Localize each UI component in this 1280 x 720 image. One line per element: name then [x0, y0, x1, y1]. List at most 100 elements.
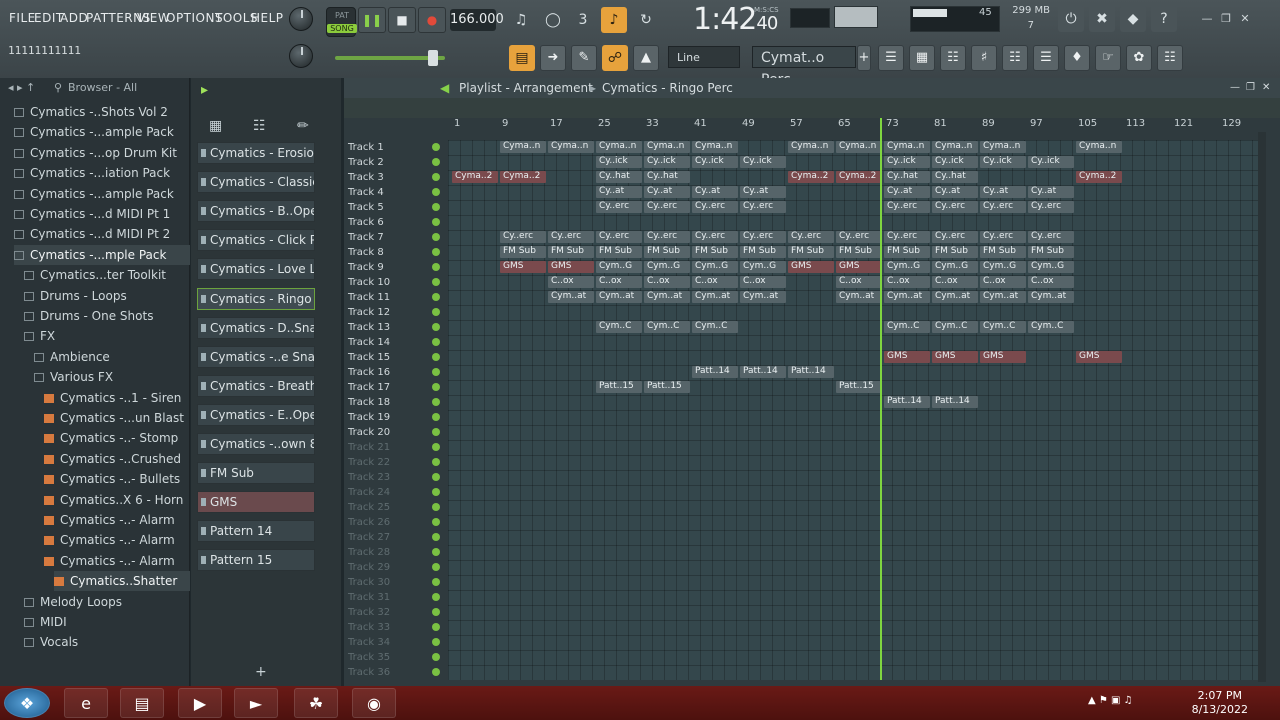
pattern-clip[interactable]: Cyma..n [1076, 141, 1122, 153]
pattern-clip[interactable]: Cym..at [596, 291, 642, 303]
start-button[interactable]: ❖ [4, 688, 50, 718]
pattern-clip[interactable]: Cym..G [644, 261, 690, 273]
mixer-icon[interactable]: ♯ [971, 45, 997, 71]
channel-button[interactable]: Pattern 15 [197, 549, 315, 572]
channel-button[interactable]: Cymatics - Ringo Perc [197, 287, 315, 310]
pattern-clip[interactable]: C..ox [836, 276, 882, 288]
track-enable-toggle[interactable] [432, 548, 440, 556]
pattern-clip[interactable]: C..ox [1028, 276, 1074, 288]
track-enable-toggle[interactable] [432, 383, 440, 391]
track-header[interactable]: Track 35 [344, 650, 448, 665]
browser-item[interactable]: Cymatics -..- Alarm [44, 510, 190, 530]
pattern-clip[interactable]: Cym..at [644, 291, 690, 303]
track-header[interactable]: Track 27 [344, 530, 448, 545]
record-button[interactable]: ● [418, 7, 446, 33]
track-header[interactable]: Track 24 [344, 485, 448, 500]
track-header[interactable]: Track 8 [344, 245, 448, 260]
browser-item[interactable]: Cymatics -..- Stomp [44, 428, 190, 448]
track-header[interactable]: Track 18 [344, 395, 448, 410]
ie-icon[interactable]: e [64, 688, 108, 718]
pattern-clip[interactable]: Cyma..n [932, 141, 978, 153]
media-player-icon[interactable]: ▶ [178, 688, 222, 718]
pattern-clip[interactable]: Cyma..n [596, 141, 642, 153]
browser-item[interactable]: MIDI [24, 612, 190, 632]
pattern-clip[interactable]: Cy..erc [692, 201, 738, 213]
channel-button[interactable]: FM Sub [197, 462, 315, 485]
pattern-clip[interactable]: GMS [932, 351, 978, 363]
master-volume-knob[interactable] [289, 7, 313, 31]
pattern-clip[interactable]: Patt..15 [836, 381, 882, 393]
track-header[interactable]: Track 5 [344, 200, 448, 215]
countdown-icon[interactable]: 3 [570, 7, 596, 33]
pattern-clip[interactable]: Cy..ick [692, 156, 738, 168]
pattern-clip[interactable]: Cy..erc [884, 201, 930, 213]
pattern-clip[interactable]: C..ox [596, 276, 642, 288]
channel-button[interactable]: GMS [197, 491, 315, 514]
track-enable-toggle[interactable] [432, 293, 440, 301]
pattern-clip[interactable]: Cy..ick [932, 156, 978, 168]
pattern-clip[interactable]: Patt..15 [644, 381, 690, 393]
add-channel-icon[interactable]: + [857, 45, 871, 71]
pattern-clip[interactable]: C..ox [884, 276, 930, 288]
channel-button[interactable]: Cymatics - Breath Vox [197, 374, 315, 397]
pattern-clip[interactable]: Cym..at [980, 291, 1026, 303]
link-icon[interactable]: ☍ [602, 45, 628, 71]
pattern-clip[interactable]: Patt..14 [932, 396, 978, 408]
track-header[interactable]: Track 3 [344, 170, 448, 185]
channel-button[interactable]: Pattern 14 [197, 520, 315, 543]
browser-item[interactable]: Cymatics -...d MIDI Pt 1 [14, 204, 190, 224]
channel-button[interactable]: Cymatics -..own 808 - C [197, 433, 315, 455]
vertical-scrollbar[interactable] [1258, 132, 1266, 682]
pattern-clip[interactable]: Cyma..n [836, 141, 882, 153]
pattern-clip[interactable]: GMS [884, 351, 930, 363]
browser-item[interactable]: Cymatics -..1 - Siren [44, 388, 190, 408]
pattern-clip[interactable]: Cyma..n [644, 141, 690, 153]
track-enable-toggle[interactable] [432, 458, 440, 466]
track-header[interactable]: Track 2 [344, 155, 448, 170]
track-enable-toggle[interactable] [432, 578, 440, 586]
track-header[interactable]: Track 19 [344, 410, 448, 425]
tray-icons[interactable]: ▲ ⚑ ▣ ♫ [1088, 695, 1133, 706]
track-enable-toggle[interactable] [432, 668, 440, 676]
restore-icon[interactable]: ❐ [1219, 12, 1233, 26]
track-enable-toggle[interactable] [432, 338, 440, 346]
track-enable-toggle[interactable] [432, 248, 440, 256]
track-header[interactable]: Track 21 [344, 440, 448, 455]
track-header[interactable]: Track 14 [344, 335, 448, 350]
browser-item[interactable]: Melody Loops [24, 592, 190, 612]
bird-icon[interactable]: ✿ [1126, 45, 1152, 71]
browser-item[interactable]: Drums - One Shots [24, 306, 190, 326]
fl-studio-taskbar-icon[interactable]: ☘ [294, 688, 338, 718]
pattern-clip[interactable]: Patt..14 [788, 366, 834, 378]
pattern-clip[interactable]: Cyma..2 [788, 171, 834, 183]
arrangement-grid[interactable]: Cyma..n Cyma..n Cyma..n Cyma..n Cyma..n Cyma.… [448, 140, 1262, 680]
search-icon[interactable]: ⚲ [54, 78, 62, 98]
track-enable-toggle[interactable] [432, 398, 440, 406]
menu-file[interactable]: FILE [9, 11, 36, 25]
track-enable-toggle[interactable] [432, 308, 440, 316]
graph-icon[interactable]: ✏ [297, 118, 309, 134]
pattern-clip[interactable]: Cy..erc [1028, 201, 1074, 213]
track-header[interactable]: Track 6 [344, 215, 448, 230]
pattern-clip[interactable]: Cy..erc [980, 231, 1026, 243]
recorder-icon[interactable]: ◉ [352, 688, 396, 718]
track-header[interactable]: Track 16 [344, 365, 448, 380]
step-seq-icon[interactable]: ☷ [253, 118, 266, 134]
track-header[interactable]: Track 10 [344, 275, 448, 290]
browser-item[interactable]: Cymatics -...un Blast [44, 408, 190, 428]
pattern-clip[interactable]: GMS [980, 351, 1026, 363]
channel-button[interactable]: Cymatics - B..Open Hihat [197, 200, 315, 223]
pattern-clip[interactable]: Cy..at [644, 186, 690, 198]
pattern-clip[interactable]: Cym..G [1028, 261, 1074, 273]
pattern-clip[interactable]: C..ox [692, 276, 738, 288]
close-icon[interactable]: ✕ [1238, 12, 1252, 26]
track-header[interactable]: Track 1 [344, 140, 448, 155]
pattern-clip[interactable]: C..ox [932, 276, 978, 288]
pattern-clip[interactable]: Cy..erc [644, 231, 690, 243]
pattern-clip[interactable]: GMS [788, 261, 834, 273]
browser-item[interactable]: Cymatics..Shatter [54, 571, 190, 592]
cart-icon[interactable]: ☷ [1157, 45, 1183, 71]
pattern-clip[interactable]: Cym..G [980, 261, 1026, 273]
add-channel-button[interactable]: + [255, 664, 267, 680]
browser-item[interactable]: Cymatics..X 6 - Horn [44, 490, 190, 510]
